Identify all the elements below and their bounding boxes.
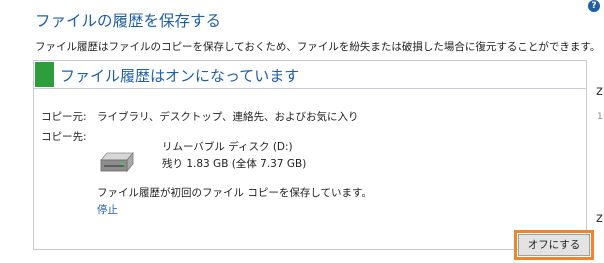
edge-fragment: 1 bbox=[597, 112, 603, 122]
file-history-panel: ファイルの履歴を保存する ? ファイル履歴はファイルのコピーを保存しておくため、… bbox=[0, 0, 604, 263]
status-box: ファイル履歴はオンになっています コピー元: ライブラリ、デスクトップ、連絡先、… bbox=[33, 60, 587, 250]
drive-name: リムーバブル ディスク (D:) bbox=[162, 141, 293, 153]
status-title: ファイル履歴はオンになっています bbox=[60, 67, 300, 85]
drive-space: 残り 1.83 GB (全体 7.37 GB) bbox=[162, 158, 307, 170]
turn-off-button[interactable]: オフにする bbox=[518, 234, 590, 256]
copy-from-label: コピー元: bbox=[41, 111, 87, 123]
status-header: ファイル履歴はオンになっています bbox=[34, 61, 586, 89]
page-description: ファイル履歴はファイルのコピーを保存しておくため、ファイルを紛失または破損した場… bbox=[35, 41, 601, 53]
status-indicator bbox=[35, 62, 54, 87]
edge-fragment: z bbox=[596, 211, 603, 226]
copy-from-value: ライブラリ、デスクトップ、連絡先、およびお気に入り bbox=[97, 111, 359, 123]
page-title: ファイルの履歴を保存する bbox=[35, 12, 222, 30]
saving-status-text: ファイル履歴が初回のファイル コピーを保存しています。 bbox=[97, 187, 372, 199]
edge-fragment: z bbox=[596, 84, 603, 99]
stop-link[interactable]: 停止 bbox=[97, 202, 118, 217]
copy-to-label: コピー先: bbox=[41, 131, 87, 143]
help-icon[interactable]: ? bbox=[588, 0, 600, 12]
removable-drive-icon bbox=[97, 150, 137, 176]
